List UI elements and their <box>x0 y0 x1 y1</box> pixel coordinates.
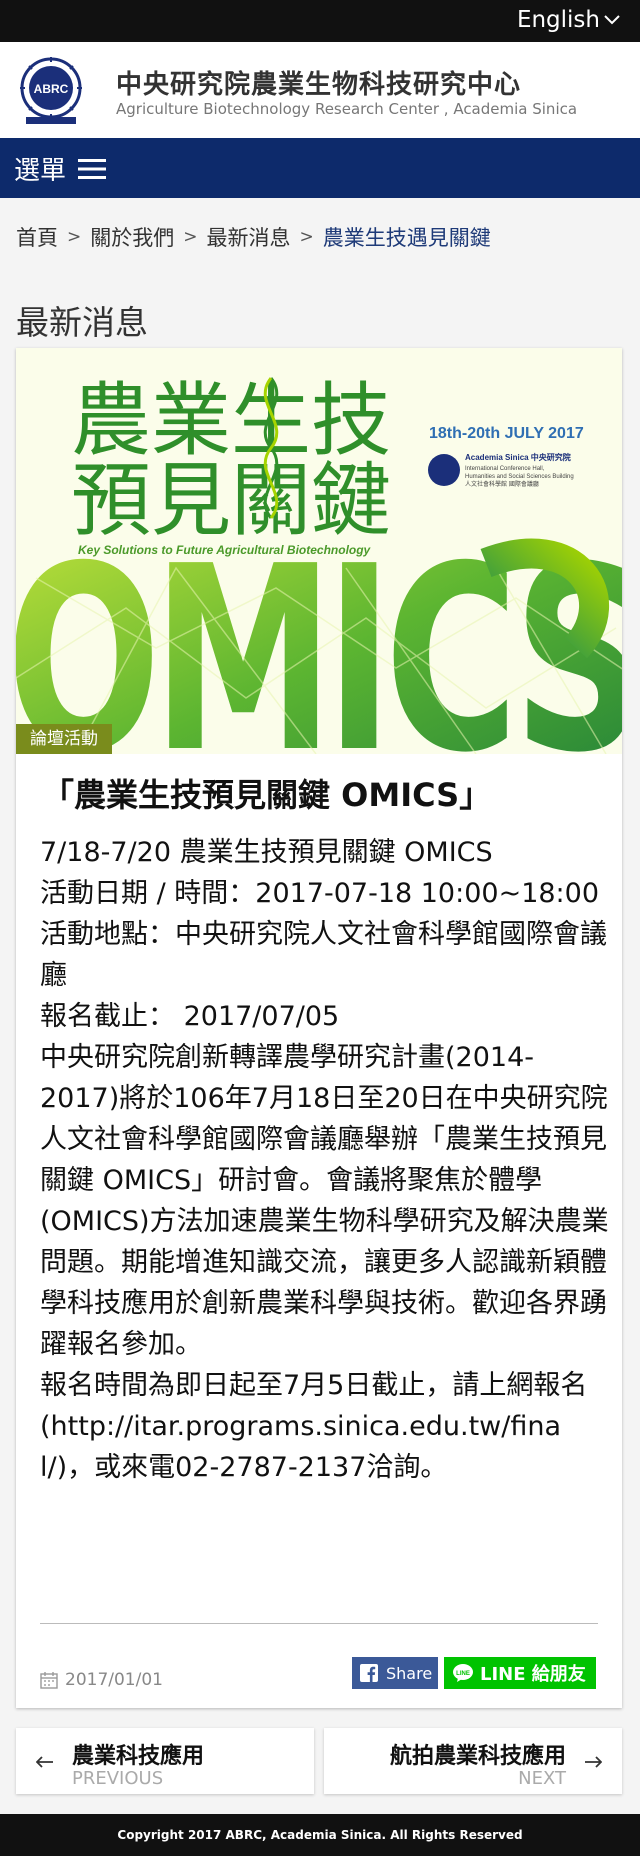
line-share-label: LINE 給朋友 <box>480 1664 586 1685</box>
breadcrumb-news[interactable]: 最新消息 <box>207 222 291 252</box>
copyright-text: Copyright 2017 ABRC, Academia Sinica. Al… <box>117 1828 523 1842</box>
post-date: 2017/01/01 <box>40 1670 163 1690</box>
next-post-title: 航拍農業科技應用 <box>389 1744 566 1769</box>
post-title: 「農業生技預見關鍵 OMICS」 <box>42 776 492 814</box>
post-line-location: 活動地點：中央研究院人文社會科學館國際會議廳 <box>40 919 607 991</box>
previous-post-link[interactable]: 農業科技應用 PREVIOUS <box>16 1728 314 1794</box>
site-footer: Copyright 2017 ABRC, Academia Sinica. Al… <box>0 1814 640 1856</box>
top-bar: English <box>0 0 640 42</box>
arrow-right-icon <box>585 1756 602 1768</box>
banner-venue-line1: Academia Sinica 中央研究院 <box>465 452 571 462</box>
line-icon: LINE <box>453 1664 473 1682</box>
site-header: ABRC 中央研究院農業生物科技研究中心 Agriculture Biotech… <box>0 42 640 138</box>
article-card: 農業生技 預見關鍵 Key Solutions to Future Agricu… <box>16 348 622 1708</box>
omics-graphic: OMICS <box>16 512 622 754</box>
post-date-text: 2017/01/01 <box>65 1670 163 1690</box>
post-line-event: 7/18-7/20 農業生技預見關鍵 OMICS <box>40 837 493 868</box>
arrow-left-icon <box>36 1756 53 1768</box>
breadcrumb-separator: > <box>67 227 82 247</box>
event-banner: 農業生技 預見關鍵 Key Solutions to Future Agricu… <box>16 348 622 754</box>
breadcrumb-home[interactable]: 首頁 <box>16 222 58 252</box>
hamburger-icon <box>78 158 107 179</box>
banner-venue-line4: 人文社會科學館 國際會議廳 <box>465 480 539 488</box>
menu-label: 選單 <box>14 156 67 186</box>
next-post-link[interactable]: 航拍農業科技應用 NEXT <box>324 1728 622 1794</box>
language-link[interactable]: English <box>517 7 600 33</box>
post-paragraph-registration: 報名時間為即日起至7月5日截止，請上網報名(http://itar.progra… <box>40 1370 588 1483</box>
event-banner-image: 農業生技 預見關鍵 Key Solutions to Future Agricu… <box>16 348 622 754</box>
chevron-down-icon <box>604 15 620 25</box>
breadcrumb-about[interactable]: 關於我們 <box>90 222 174 252</box>
post-body: 7/18-7/20 農業生技預見關鍵 OMICS 活動日期 / 時間：2017-… <box>40 832 610 1488</box>
previous-label: PREVIOUS <box>72 1768 164 1789</box>
post-paragraph-description: 中央研究院創新轉譯農學研究計畫(2014-2017)將於106年7月18日至20… <box>40 1042 609 1360</box>
breadcrumb: 首頁 > 關於我們 > 最新消息 > 農業生技遇見關鍵 <box>16 222 491 252</box>
site-title-zh[interactable]: 中央研究院農業生物科技研究中心 <box>116 64 521 101</box>
site-title-en[interactable]: Agriculture Biotechnology Research Cente… <box>116 100 577 118</box>
breadcrumb-separator: > <box>183 227 198 247</box>
svg-text:LINE: LINE <box>456 1671 470 1677</box>
menu-bar: 選單 <box>0 138 640 198</box>
breadcrumb-separator: > <box>299 227 314 247</box>
abrc-logo[interactable]: ABRC <box>16 57 86 125</box>
post-line-deadline: 報名截止： 2017/07/05 <box>40 1001 340 1032</box>
facebook-share-button[interactable]: Share <box>352 1657 438 1689</box>
post-line-datetime: 活動日期 / 時間：2017-07-18 10:00~18:00 <box>40 878 599 909</box>
breadcrumb-current: 農業生技遇見關鍵 <box>322 226 491 250</box>
next-label: NEXT <box>518 1768 566 1789</box>
facebook-icon <box>360 1664 378 1682</box>
academia-sinica-seal <box>428 454 460 486</box>
facebook-share-label: Share <box>386 1663 433 1683</box>
banner-venue-line3: Humanities and Social Sciences Building <box>465 474 574 480</box>
section-title: 最新消息 <box>16 303 148 342</box>
calendar-icon <box>40 1672 58 1689</box>
previous-post-title: 農業科技應用 <box>72 1744 205 1769</box>
language-switch[interactable]: English <box>517 7 620 33</box>
svg-text:ABRC: ABRC <box>34 82 69 96</box>
banner-dates: 18th-20th JULY 2017 <box>429 425 584 442</box>
divider <box>40 1623 598 1624</box>
line-share-button[interactable]: LINE LINE 給朋友 <box>444 1657 596 1689</box>
menu-button[interactable]: 選單 <box>14 150 107 187</box>
category-tag[interactable]: 論壇活動 <box>16 724 112 754</box>
banner-venue-line2: International Conference Hall, <box>465 466 545 472</box>
